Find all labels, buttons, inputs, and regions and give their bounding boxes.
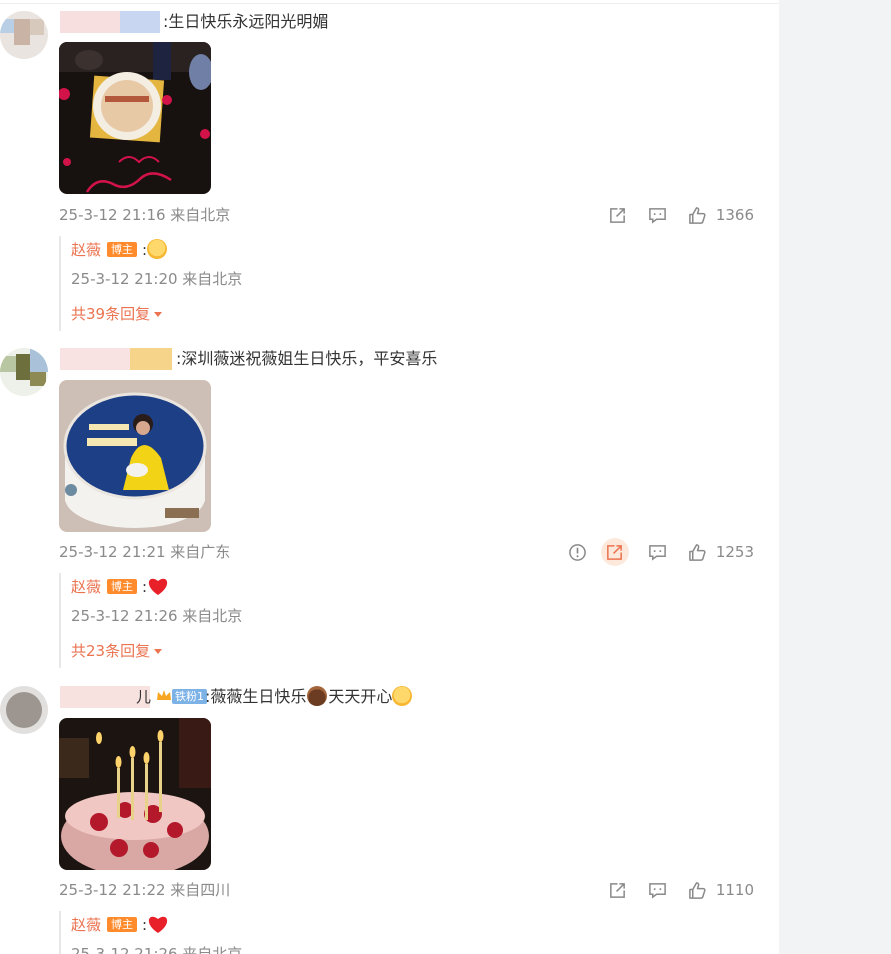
reply-meta: 25-3-12 21:26 来自北京 — [71, 945, 243, 954]
author-badge: 博主 — [107, 579, 138, 594]
comment-text: :薇薇生日快乐 — [205, 687, 307, 706]
comment-button[interactable] — [647, 879, 669, 901]
comment-actions: 1110 — [589, 879, 754, 901]
like-count: 1253 — [715, 543, 754, 561]
author-badge: 博主 — [107, 917, 138, 932]
reply-thread: 赵薇 博主: 25-3-12 21:20 来自北京 共39条回复 — [59, 236, 761, 331]
username-suffix: 儿 — [136, 688, 152, 706]
comment-button[interactable] — [647, 204, 669, 226]
comment-photo[interactable] — [59, 718, 211, 870]
avatar[interactable] — [0, 11, 48, 59]
more-replies-link[interactable]: 共23条回复 — [71, 640, 163, 662]
comment-photo[interactable] — [59, 380, 211, 532]
like-count: 1110 — [715, 881, 754, 899]
like-icon — [689, 543, 706, 561]
comment-text-line: :薇薇生日快乐 天天开心 — [205, 686, 413, 708]
reply-author[interactable]: 赵薇 — [71, 916, 101, 934]
share-icon — [610, 207, 626, 223]
like-button[interactable] — [687, 879, 709, 901]
like-button[interactable] — [687, 541, 709, 563]
reply-line: 赵薇 博主: — [71, 914, 169, 936]
reply-author[interactable]: 赵薇 — [71, 578, 101, 596]
right-sidebar — [779, 0, 891, 954]
kiss-emoji-icon — [392, 686, 413, 706]
username-blurred[interactable] — [60, 348, 172, 370]
fan-badge: 铁粉1 — [172, 686, 207, 708]
avatar[interactable] — [0, 686, 48, 734]
share-button[interactable] — [600, 538, 629, 566]
like-icon — [689, 206, 706, 224]
heart-emoji-icon — [148, 916, 168, 933]
comment-icon — [649, 207, 667, 224]
reply-line: 赵薇 博主: — [71, 576, 169, 598]
like-button[interactable] — [687, 204, 709, 226]
comment-meta: 25-3-12 21:21 来自广东 — [59, 543, 231, 561]
comment-actions: 1366 — [589, 204, 754, 226]
avatar[interactable] — [0, 348, 48, 396]
cake-emoji-icon — [307, 686, 328, 706]
more-replies-label: 共39条回复 — [71, 305, 151, 323]
like-count: 1366 — [715, 206, 754, 224]
emoji-icon — [147, 239, 168, 259]
comment-icon — [649, 544, 667, 561]
like-icon — [689, 881, 706, 899]
username-blurred[interactable] — [60, 11, 160, 33]
comment-icon — [649, 882, 667, 899]
comment-text: :生日快乐永远阳光明媚 — [163, 12, 329, 31]
comment-meta: 25-3-12 21:16 来自北京 — [59, 206, 231, 224]
comment-meta: 25-3-12 21:22 来自四川 — [59, 881, 231, 899]
report-button[interactable] — [567, 541, 589, 563]
share-button[interactable] — [607, 204, 629, 226]
reply-meta: 25-3-12 21:20 来自北京 — [71, 270, 243, 288]
reply-line: 赵薇 博主: — [71, 239, 168, 261]
heart-emoji-icon — [148, 578, 168, 595]
share-icon — [610, 882, 626, 898]
author-badge: 博主 — [107, 242, 138, 257]
divider — [0, 3, 779, 4]
comment-actions: 1253 — [549, 538, 754, 566]
comment-text: :深圳薇迷祝薇姐生日快乐，平安喜乐 — [176, 349, 438, 368]
comment-text-2: 天天开心 — [328, 687, 393, 706]
more-replies-link[interactable]: 共39条回复 — [71, 303, 163, 325]
fan-badge-label: 铁粉1 — [172, 689, 207, 704]
report-icon — [569, 543, 587, 561]
comment-list: :生日快乐永远阳光明媚 25-3-12 21:16 来自北京 1366 赵薇 博… — [0, 0, 779, 954]
reply-thread: 赵薇 博主: 25-3-12 21:26 来自北京 共23条回复 — [59, 573, 761, 668]
reply-meta: 25-3-12 21:26 来自北京 — [71, 607, 243, 625]
reply-author[interactable]: 赵薇 — [71, 241, 101, 259]
share-icon — [607, 544, 623, 560]
caret-down-icon — [154, 649, 163, 654]
more-replies-label: 共23条回复 — [71, 642, 151, 660]
comment-button[interactable] — [647, 541, 669, 563]
crown-icon — [156, 686, 172, 708]
caret-down-icon — [154, 312, 163, 317]
comment-photo[interactable] — [59, 42, 211, 194]
share-button[interactable] — [607, 879, 629, 901]
reply-thread: 赵薇 博主: 25-3-12 21:26 来自北京 — [59, 911, 761, 954]
